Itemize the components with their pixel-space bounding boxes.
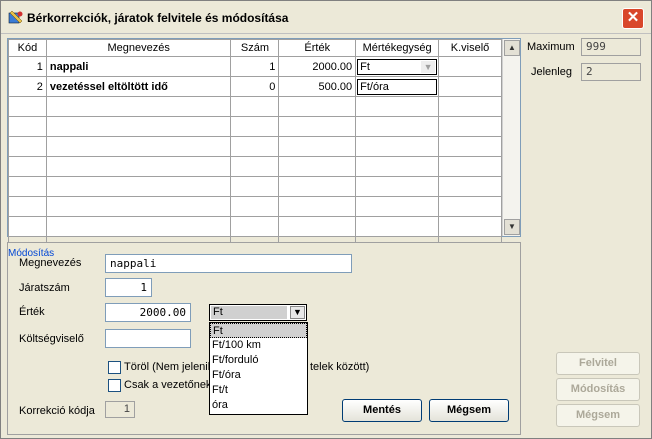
col-header-szam[interactable]: Szám xyxy=(230,39,280,57)
table-header-row: Kód Megnevezés Szám Érték Mértékegység K… xyxy=(8,39,502,57)
unit-select-value: Ft xyxy=(360,60,370,73)
unit-select-value: Ft/óra xyxy=(360,80,389,93)
table-row-empty[interactable] xyxy=(8,156,502,177)
items-grid[interactable]: Kód Megnevezés Szám Érték Mértékegység K… xyxy=(7,38,521,257)
cell-kod[interactable]: 2 xyxy=(8,76,47,97)
driver-only-label: Csak a vezetőnek xyxy=(124,379,209,391)
cell-szam[interactable]: 1 xyxy=(230,56,280,77)
col-header-kod[interactable]: Kód xyxy=(8,39,47,57)
modify-button[interactable]: Módosítás xyxy=(556,378,640,401)
dropdown-option[interactable]: Ft/t xyxy=(210,383,307,398)
table-row[interactable]: 1 nappali 1 2000.00 Ft ▼ xyxy=(8,56,502,77)
cell-megnevezes[interactable]: vezetéssel eltöltött idő xyxy=(45,76,232,97)
dropdown-option[interactable]: Ft/óra xyxy=(210,368,307,383)
title-bar: Bérkorrekciók, járatok felvitele és módo… xyxy=(1,1,651,34)
items-table: Kód Megnevezés Szám Érték Mértékegység K… xyxy=(8,39,502,257)
col-header-ertek[interactable]: Érték xyxy=(278,39,357,57)
unit-select[interactable]: Ft ▼ xyxy=(357,58,438,75)
driver-only-checkbox[interactable] xyxy=(108,379,121,392)
add-button[interactable]: Felvitel xyxy=(556,352,640,375)
col-header-kviselo[interactable]: K.viselő xyxy=(438,39,502,57)
cell-kviselo[interactable] xyxy=(438,76,502,97)
side-cancel-button[interactable]: Mégsem xyxy=(556,404,640,427)
unit-combo[interactable]: Ft ▼ xyxy=(209,304,307,321)
max-value: 999 xyxy=(581,38,641,56)
correction-code-label: Korrekció kódja xyxy=(19,405,95,417)
table-row-empty[interactable] xyxy=(8,196,502,217)
close-button[interactable]: ✕ xyxy=(622,8,644,29)
grid-scrollbar[interactable]: ▲ ▼ xyxy=(502,39,520,236)
cell-mertekegyseg[interactable]: Ft ▼ xyxy=(355,56,440,77)
max-label: Maximum xyxy=(527,41,575,53)
cell-megnevezes[interactable]: nappali xyxy=(45,56,232,77)
col-header-mertekegyseg[interactable]: Mértékegység xyxy=(355,39,440,57)
table-row-empty[interactable] xyxy=(8,136,502,157)
dropdown-option[interactable]: óra xyxy=(210,398,307,413)
window-title: Bérkorrekciók, járatok felvitele és módo… xyxy=(27,11,289,25)
delete-checkbox-label: Töröl (Nem jelenik xyxy=(124,361,214,373)
cell-kod[interactable]: 1 xyxy=(8,56,47,77)
dialog-window: Bérkorrekciók, járatok felvitele és módo… xyxy=(0,0,652,439)
cell-ertek[interactable]: 2000.00 xyxy=(278,56,357,77)
chevron-down-icon[interactable]: ▼ xyxy=(290,306,305,319)
unit-dropdown-list[interactable]: Ft Ft/100 km Ft/forduló Ft/óra Ft/t óra xyxy=(209,322,308,415)
delete-checkbox[interactable] xyxy=(108,361,121,374)
cell-ertek[interactable]: 500.00 xyxy=(278,76,357,97)
table-row-empty[interactable] xyxy=(8,116,502,137)
save-button[interactable]: Mentés xyxy=(342,399,422,422)
chevron-down-icon: ▼ xyxy=(508,222,516,231)
cell-kviselo[interactable] xyxy=(438,56,502,77)
correction-code-value: 1 xyxy=(105,401,135,418)
cancel-button[interactable]: Mégsem xyxy=(429,399,509,422)
name-input[interactable]: nappali xyxy=(105,254,352,273)
name-label: Megnevezés xyxy=(19,257,82,269)
unit-select[interactable]: Ft/óra xyxy=(357,78,438,95)
chevron-down-icon: ▼ xyxy=(421,60,436,73)
current-label: Jelenleg xyxy=(531,66,572,78)
unit-combo-value: Ft xyxy=(211,306,287,319)
table-row-empty[interactable] xyxy=(8,176,502,197)
table-row-empty[interactable] xyxy=(8,96,502,117)
dropdown-option[interactable]: Ft/forduló xyxy=(210,353,307,368)
current-value: 2 xyxy=(581,63,641,81)
app-icon xyxy=(8,10,23,24)
delete-checkbox-label-tail: telek között) xyxy=(310,361,370,373)
value-label: Érték xyxy=(19,306,45,318)
route-number-label: Járatszám xyxy=(19,282,70,294)
table-row-empty[interactable] xyxy=(8,216,502,237)
close-icon: ✕ xyxy=(626,9,640,26)
cell-szam[interactable]: 0 xyxy=(230,76,280,97)
cost-bearer-label: Költségviselő xyxy=(19,333,84,345)
dropdown-option[interactable]: Ft/100 km xyxy=(210,338,307,353)
route-number-input[interactable]: 1 xyxy=(105,278,152,297)
dropdown-option[interactable]: Ft xyxy=(210,323,307,338)
scroll-up-button[interactable]: ▲ xyxy=(504,40,520,56)
cell-mertekegyseg[interactable]: Ft/óra xyxy=(355,76,440,97)
table-row[interactable]: 2 vezetéssel eltöltött idő 0 500.00 Ft/ó… xyxy=(8,76,502,97)
col-header-megnevezes[interactable]: Megnevezés xyxy=(45,39,232,57)
scroll-down-button[interactable]: ▼ xyxy=(504,219,520,235)
cost-bearer-input[interactable] xyxy=(105,329,191,348)
value-input[interactable]: 2000.00 xyxy=(105,303,191,322)
chevron-up-icon: ▲ xyxy=(508,43,516,52)
